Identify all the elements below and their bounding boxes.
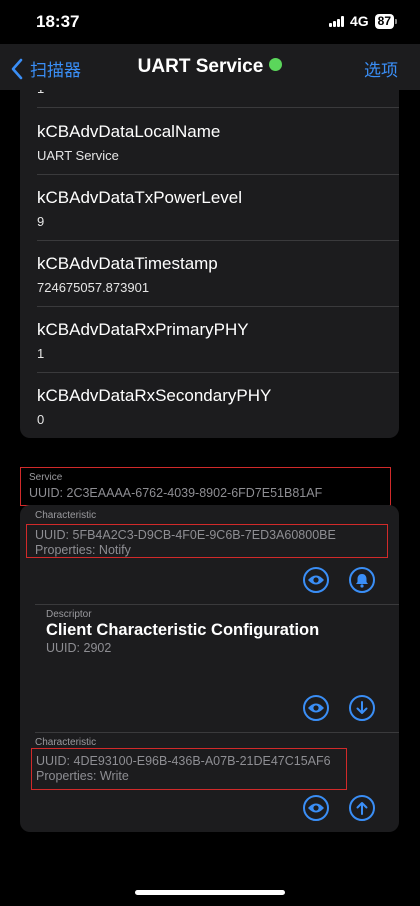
options-button[interactable]: 选项 (364, 56, 398, 81)
notify-button[interactable] (349, 567, 375, 593)
adv-value: UART Service (37, 148, 119, 163)
descriptor-uuid: UUID: 2902 (46, 641, 112, 655)
divider (35, 732, 399, 733)
descriptor-label: Descriptor (46, 609, 92, 620)
service-label: Service (29, 472, 63, 483)
adv-row: kCBAdvDataLocalName UART Service (37, 108, 399, 175)
adv-key: kCBAdvDataRxPrimaryPHY (37, 320, 249, 339)
adv-row: kCBAdvDataTimestamp 724675057.873901 (37, 241, 399, 307)
characteristic-uuid: UUID: 4DE93100-E96B-436B-A07B-21DE47C15A… (36, 754, 331, 768)
page-title-text: UART Service (137, 56, 264, 77)
eye-icon (308, 575, 324, 585)
eye-icon (308, 703, 324, 713)
home-indicator[interactable] (135, 890, 285, 895)
status-indicators: 4G 87 (328, 13, 398, 29)
descriptor-title: Client Characteristic Configuration (46, 621, 320, 639)
adv-partial-value: 1 (37, 90, 44, 96)
battery-icon: 87 (374, 13, 398, 29)
adv-key: kCBAdvDataLocalName (37, 122, 221, 141)
adv-row: kCBAdvDataRxSecondaryPHY 0 (37, 373, 399, 438)
descriptor-download-button[interactable] (349, 695, 375, 721)
read-button[interactable] (303, 567, 329, 593)
write-button[interactable] (349, 795, 375, 821)
divider (35, 604, 399, 605)
characteristic-info: UUID: 5FB4A2C3-D9CB-4F0E-9C6B-7ED3A60800… (26, 524, 388, 558)
characteristic-info: UUID: 4DE93100-E96B-436B-A07B-21DE47C15A… (31, 748, 347, 790)
adv-partial-row: 1 (37, 90, 399, 108)
advertisement-data-card: 1 kCBAdvDataLocalName UART Service kCBAd… (20, 90, 399, 438)
read-button[interactable] (303, 795, 329, 821)
bell-icon (356, 573, 368, 588)
signal-icon (328, 15, 344, 27)
characteristic-properties: Properties: Write (36, 769, 129, 783)
service-header: Service UUID: 2C3EAAAA-6762-4039-8902-6F… (20, 467, 391, 506)
adv-value: 724675057.873901 (37, 280, 150, 295)
arrow-down-icon (356, 701, 368, 714)
adv-key: kCBAdvDataRxSecondaryPHY (37, 386, 272, 405)
service-card: Characteristic UUID: 5FB4A2C3-D9CB-4F0E-… (20, 505, 399, 832)
status-time: 18:37 (36, 12, 80, 31)
eye-icon (308, 803, 324, 813)
characteristic-label: Characteristic (35, 510, 97, 521)
characteristic-properties: Properties: Notify (35, 543, 131, 557)
adv-row: kCBAdvDataRxPrimaryPHY 1 (37, 307, 399, 373)
descriptor-read-button[interactable] (303, 695, 329, 721)
network-type: 4G (349, 13, 369, 29)
adv-row: kCBAdvDataTxPowerLevel 9 (37, 175, 399, 241)
characteristic-uuid: UUID: 5FB4A2C3-D9CB-4F0E-9C6B-7ED3A60800… (35, 528, 336, 542)
adv-value: 0 (37, 412, 45, 427)
page-title: UART Service (0, 56, 420, 78)
characteristic-label: Characteristic (35, 737, 97, 748)
connection-status-icon (269, 58, 283, 72)
arrow-up-icon (356, 802, 368, 815)
adv-key: kCBAdvDataTxPowerLevel (37, 188, 243, 207)
adv-value: 9 (37, 214, 45, 229)
adv-value: 1 (37, 346, 45, 361)
service-uuid: UUID: 2C3EAAAA-6762-4039-8902-6FD7E51B81… (29, 486, 323, 500)
adv-key: kCBAdvDataTimestamp (37, 254, 218, 273)
